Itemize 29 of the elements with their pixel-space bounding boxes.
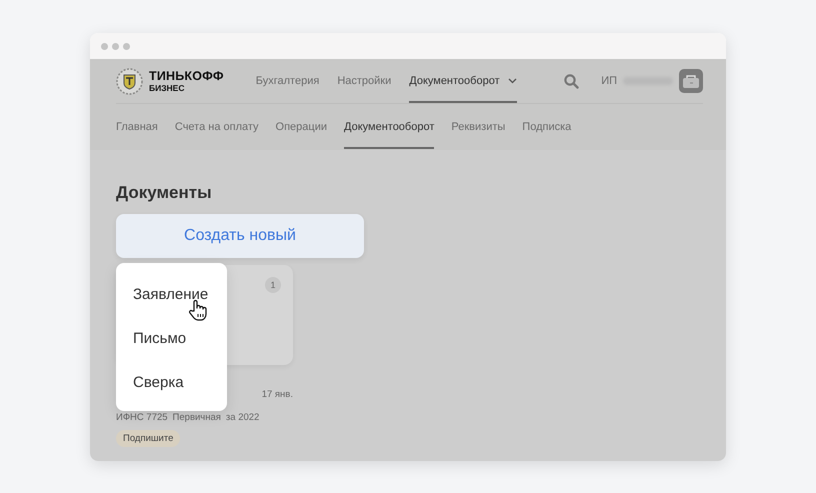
window-dot[interactable] — [101, 42, 108, 50]
subnav-tab[interactable]: Операции — [276, 104, 328, 149]
account-prefix: ИП — [601, 75, 617, 87]
document-meta: за 2022 — [226, 412, 260, 423]
chevron-icon — [508, 78, 517, 84]
logo-title: ТИНЬКОФФ — [149, 70, 224, 82]
nav-tab[interactable]: Бухгалтерия — [256, 59, 320, 103]
page-title: Документы — [116, 183, 213, 203]
menu-item[interactable]: Заявление — [133, 286, 208, 302]
count-badge: 1 — [265, 277, 281, 293]
create-button[interactable]: Создать новый — [116, 214, 364, 258]
search-icon[interactable] — [564, 74, 580, 88]
document-meta: ИФНС 7725 — [116, 412, 168, 423]
window-dot[interactable] — [112, 42, 119, 50]
nav-tab[interactable]: Настройки — [337, 59, 392, 103]
document-meta: Первичная — [172, 412, 221, 423]
menu-item[interactable]: Письмо — [133, 330, 186, 346]
status-badge: Подпишите — [116, 430, 180, 447]
subnav-tab[interactable]: Реквизиты — [451, 104, 506, 149]
nav-tab[interactable]: Документооборот — [409, 59, 517, 103]
subnav-tab[interactable]: Подписка — [522, 104, 572, 149]
window-dot[interactable] — [123, 42, 130, 50]
menu-item[interactable]: Сверка — [133, 374, 184, 390]
subnav-tab[interactable]: Главная — [116, 104, 158, 149]
document-date: 17 янв. — [262, 389, 293, 400]
emblem-icon — [116, 68, 143, 94]
logo-subtitle: БИЗНЕС — [149, 84, 186, 92]
briefcase-icon[interactable] — [679, 69, 703, 93]
subnav-tab[interactable]: Счета на оплату — [174, 104, 259, 149]
